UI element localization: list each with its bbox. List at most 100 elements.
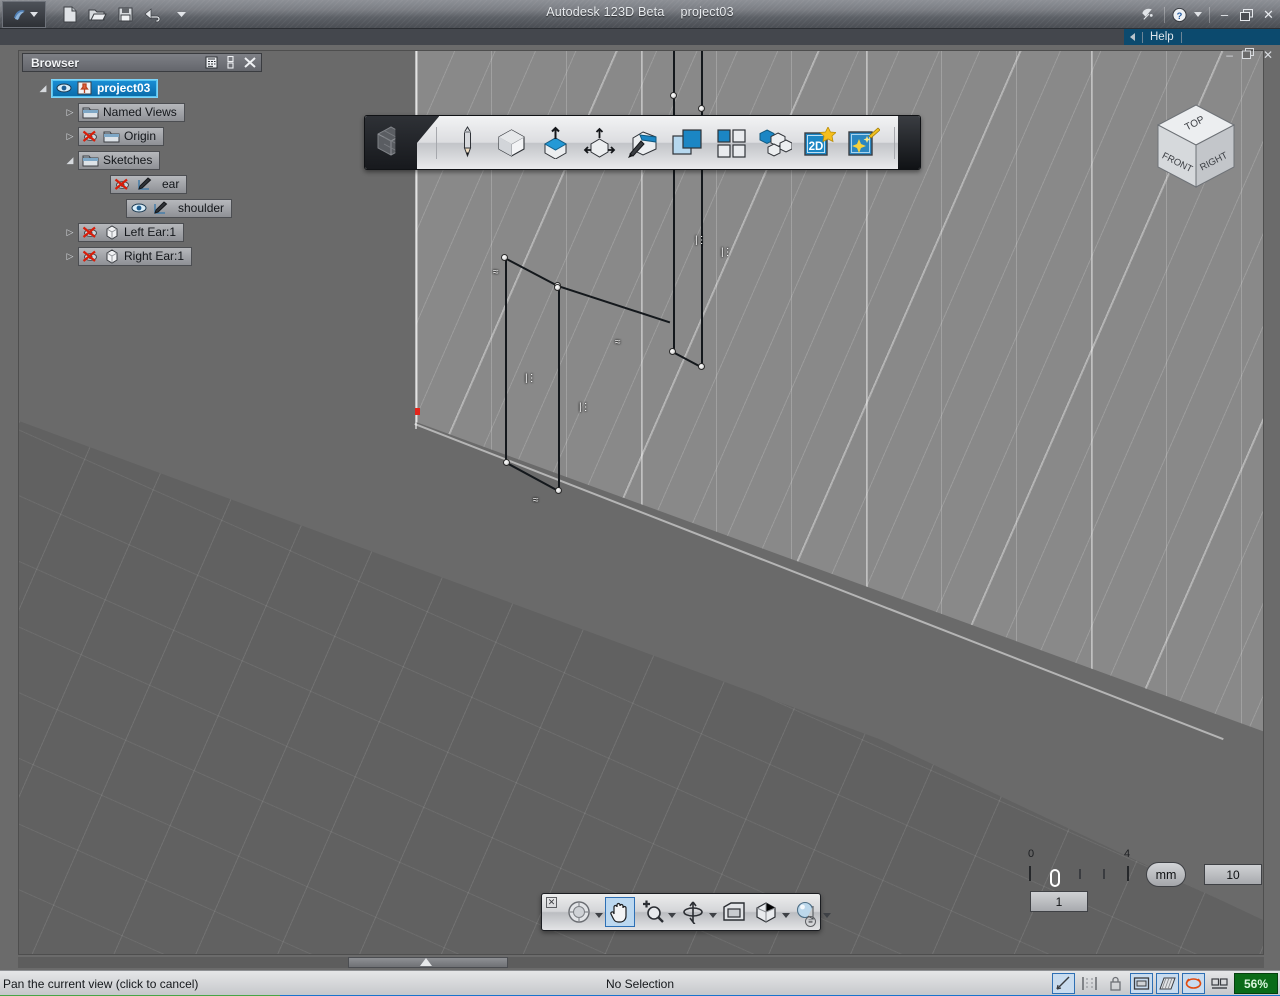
chevron-down-icon[interactable] [823,912,831,918]
display-style-button[interactable] [751,897,790,927]
expand-left-icon[interactable] [1130,33,1135,41]
lock-toggle[interactable] [1104,973,1127,994]
twisty-expanded-icon[interactable]: ◢ [35,83,51,94]
help-link[interactable]: Help [1150,31,1174,43]
browser-close-icon[interactable] [240,55,259,71]
help-question-icon[interactable]: ? [1172,7,1187,22]
twisty-collapsed-icon[interactable]: ▷ [62,107,78,118]
window-display-toggle[interactable] [1130,973,1153,994]
help-bar-right[interactable]: Help [1124,29,1280,45]
doc-close-button[interactable]: ✕ [1263,48,1273,62]
sidebar-item-label: project03 [97,81,151,95]
doc-restore-button[interactable] [1241,47,1254,62]
grid-toggle[interactable] [1078,973,1101,994]
sketch-point[interactable] [698,105,705,112]
units-button[interactable]: mm [1146,862,1186,887]
sketch-point[interactable] [503,459,510,466]
sketch-point[interactable] [554,284,561,291]
display-cube-icon[interactable] [751,897,781,927]
browser-filter-icon[interactable] [202,55,221,71]
tree-row: ▷ [22,244,262,268]
chevron-down-icon[interactable] [709,912,717,918]
sidebar-item-left-ear[interactable]: Left Ear:1 [78,222,185,242]
sidebar-item-shoulder[interactable]: shoulder [126,198,233,218]
view-cube[interactable]: TOP FRONT RIGHT [1146,99,1246,195]
combine-tool[interactable] [671,126,704,159]
chevron-down-icon[interactable] [595,912,603,918]
visibility-eye-icon[interactable] [55,81,72,96]
toolbar-grip[interactable] [365,116,418,169]
visibility-eye-icon[interactable] [130,201,147,216]
snap-increment-field[interactable]: 10 [1204,864,1262,885]
sketch-point[interactable] [501,254,508,261]
sidebar-item-origin[interactable]: Origin [78,126,165,146]
ground-plane-toggle[interactable] [1156,973,1179,994]
visibility-hidden-icon[interactable] [114,177,131,192]
navbar-options-icon[interactable]: ≡ [805,916,816,927]
browser-header: Browser [22,53,262,72]
orbit-button[interactable] [678,897,717,927]
snap-toggle[interactable] [1052,973,1075,994]
twisty-collapsed-icon[interactable]: ▷ [62,131,78,142]
steering-wheel-button[interactable] [564,897,603,927]
minimize-button[interactable]: – [1217,7,1232,22]
chevron-down-icon[interactable] [782,912,790,918]
sidebar-item-ear[interactable]: ear [110,174,188,194]
steering-wheel-icon[interactable] [564,897,594,927]
visibility-hidden-icon[interactable] [82,129,99,144]
smart-tools-tool[interactable] [847,126,881,159]
help-chevron-down-icon[interactable] [1194,12,1202,17]
zoom-button[interactable] [637,897,676,927]
parallel-constraint-icon: ≈ [615,337,620,348]
modify-tool[interactable] [583,126,616,159]
pattern-sweep-tool[interactable] [627,126,660,159]
sidebar-item-sketches[interactable]: Sketches [78,150,161,170]
capture-toggle[interactable] [1182,973,1205,994]
scale-slider-handle[interactable] [1050,869,1060,887]
close-button[interactable]: ✕ [1261,7,1276,22]
zoom-level-indicator[interactable]: 56% [1234,973,1278,994]
twisty-collapsed-icon[interactable]: ▷ [62,227,78,238]
visibility-hidden-icon[interactable] [82,225,99,240]
pan-hand-icon[interactable] [605,897,635,927]
sidebar-item-project03[interactable]: project03 [51,78,159,98]
sidebar-item-right-ear[interactable]: Right Ear:1 [78,246,193,266]
horizontal-scrollbar[interactable] [18,957,1264,968]
sketch-point[interactable] [555,487,562,494]
sketch-line[interactable] [505,258,507,463]
layout-toggle[interactable] [1208,973,1231,994]
sketch-point[interactable] [670,92,677,99]
twisty-collapsed-icon[interactable]: ▷ [62,251,78,262]
grid-spacing-field[interactable]: 1 [1030,891,1088,912]
primitives-cube-tool[interactable] [495,126,528,159]
chevron-down-icon[interactable] [668,912,676,918]
parallel-constraint-icon: |⋮ [579,402,591,413]
main-toolbar: 2D [364,115,921,170]
sketch-line[interactable] [558,286,560,491]
sketch-line[interactable] [701,51,703,367]
zoom-magnifier-icon[interactable] [637,897,667,927]
satellite-dish-icon[interactable] [1142,8,1157,22]
twisty-expanded-icon[interactable]: ◢ [62,155,78,166]
doc-minimize-button[interactable]: – [1226,48,1233,62]
drawing-2d-tool[interactable]: 2D [803,126,837,159]
orbit-icon[interactable] [678,897,708,927]
sketch-pencil-tool[interactable] [451,126,484,159]
sidebar-item-named-views[interactable]: Named Views [78,102,185,122]
extrude-tool[interactable] [539,126,572,159]
folder-icon [82,153,99,168]
restore-button[interactable] [1239,8,1254,22]
fit-view-icon[interactable] [719,897,749,927]
sketch-point[interactable] [698,363,705,370]
navbar-close-icon[interactable]: ✕ [546,897,557,908]
scale-widget[interactable]: 0 4 1 mm 10 [1014,842,1262,912]
fit-view-button[interactable] [719,897,749,927]
browser-dock-icon[interactable] [221,55,240,71]
pan-button[interactable] [605,897,635,927]
grouping-tool[interactable] [715,126,748,159]
assemble-tool[interactable] [759,126,793,159]
visibility-hidden-icon[interactable] [82,249,99,264]
scroll-marker-icon [420,958,432,966]
sketch-point[interactable] [669,348,676,355]
divider [1180,31,1182,43]
